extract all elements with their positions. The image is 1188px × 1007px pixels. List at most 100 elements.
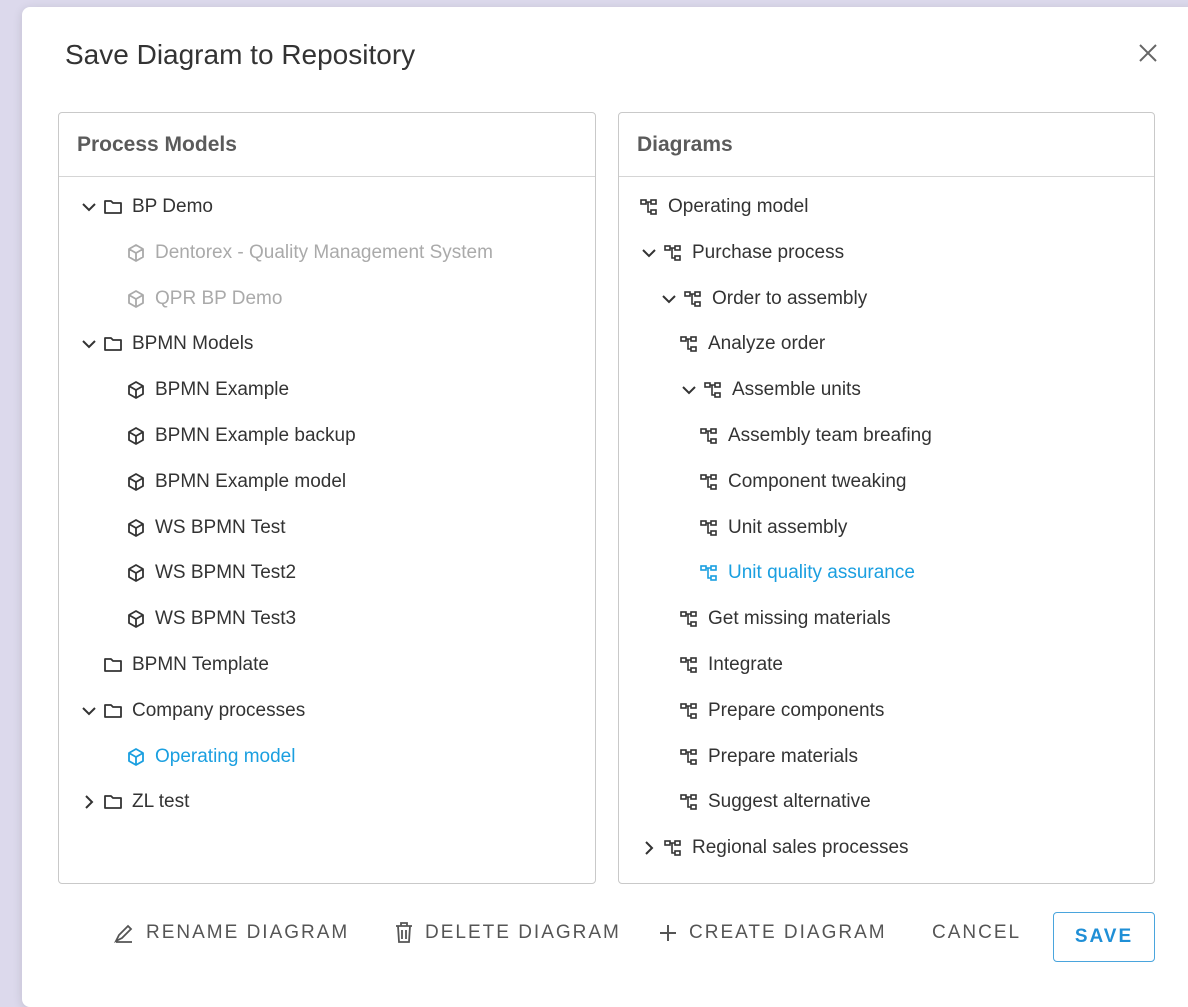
diagram-item[interactable]: Order to assembly bbox=[659, 279, 867, 319]
process-models-panel: Process Models BP Demo Dentorex - Quality… bbox=[58, 112, 596, 884]
dialog-title: Save Diagram to Repository bbox=[65, 39, 416, 70]
diagram-icon bbox=[703, 380, 723, 400]
diagram-item[interactable]: Unit quality assurance bbox=[699, 553, 915, 593]
diagram-label: Assemble units bbox=[732, 379, 861, 401]
diagram-label: Get missing materials bbox=[708, 608, 891, 630]
cube-icon bbox=[126, 563, 146, 583]
chevron-right-icon[interactable] bbox=[79, 792, 99, 812]
cube-icon bbox=[126, 518, 146, 538]
process-model-label: WS BPMN Test3 bbox=[155, 608, 297, 630]
cancel-button[interactable]: CANCEL bbox=[932, 913, 1021, 953]
process-model-label: BPMN Example backup bbox=[155, 425, 356, 446]
chevron-down-icon[interactable] bbox=[679, 380, 699, 400]
diagram-item[interactable]: Unit assembly bbox=[699, 508, 847, 548]
process-model-label: BP Demo bbox=[132, 196, 213, 217]
diagram-item[interactable]: Prepare materials bbox=[679, 737, 858, 777]
diagram-icon bbox=[699, 563, 719, 583]
process-model-item[interactable]: BPMN Example backup bbox=[126, 416, 356, 456]
folder-icon bbox=[103, 701, 123, 721]
process-model-label: BPMN Example bbox=[155, 379, 290, 401]
process-model-item[interactable]: Operating model bbox=[126, 737, 295, 777]
close-icon[interactable] bbox=[1134, 39, 1162, 67]
diagram-icon bbox=[679, 747, 699, 767]
chevron-right-icon[interactable] bbox=[639, 838, 659, 858]
diagram-item[interactable]: Assemble units bbox=[679, 370, 861, 410]
diagram-icon bbox=[699, 426, 719, 446]
chevron-down-icon[interactable] bbox=[79, 334, 99, 354]
process-model-label: ZL test bbox=[132, 791, 190, 813]
save-diagram-dialog: Save Diagram to Repository Process Model… bbox=[22, 7, 1188, 1007]
diagram-item[interactable]: Get missing materials bbox=[679, 599, 891, 639]
diagram-icon bbox=[683, 289, 703, 309]
process-model-item[interactable]: WS BPMN Test3 bbox=[126, 599, 296, 639]
diagram-label: Suggest alternative bbox=[708, 791, 871, 813]
diagram-label: Assembly team breafing bbox=[728, 425, 932, 446]
diagram-icon bbox=[699, 472, 719, 492]
diagram-item[interactable]: Prepare components bbox=[679, 691, 884, 731]
process-model-item[interactable]: BPMN Template bbox=[79, 645, 269, 685]
process-model-item[interactable]: BPMN Example model bbox=[126, 462, 346, 502]
diagram-label: Regional sales processes bbox=[692, 837, 909, 859]
chevron-down-icon[interactable] bbox=[79, 197, 99, 217]
diagram-item[interactable]: Integrate bbox=[679, 645, 783, 685]
cube-icon bbox=[126, 472, 146, 492]
rename-diagram-button[interactable]: RENAME DIAGRAM bbox=[112, 913, 349, 953]
process-model-item[interactable]: QPR BP Demo bbox=[126, 279, 282, 319]
folder-icon bbox=[103, 334, 123, 354]
process-model-item[interactable]: Company processes bbox=[79, 691, 305, 731]
cube-icon bbox=[126, 609, 146, 629]
diagram-item[interactable]: Component tweaking bbox=[699, 462, 907, 502]
delete-diagram-button[interactable]: DELETE DIAGRAM bbox=[393, 913, 621, 953]
diagram-icon bbox=[679, 334, 699, 354]
diagram-item[interactable]: Analyze order bbox=[679, 324, 825, 364]
save-button[interactable]: SAVE bbox=[1053, 912, 1155, 962]
folder-icon bbox=[103, 655, 123, 675]
diagram-label: Purchase process bbox=[692, 241, 845, 263]
diagram-item[interactable]: Regional sales processes bbox=[639, 828, 909, 868]
caret-spacer bbox=[79, 655, 99, 675]
process-model-item[interactable]: BPMN Models bbox=[79, 324, 253, 364]
diagram-item[interactable]: Purchase process bbox=[639, 233, 844, 273]
diagram-icon bbox=[639, 197, 659, 217]
diagram-label: Unit quality assurance bbox=[728, 562, 915, 584]
folder-icon bbox=[103, 197, 123, 217]
diagram-label: Operating model bbox=[668, 196, 809, 217]
process-model-label: WS BPMN Test2 bbox=[155, 562, 297, 584]
diagram-item[interactable]: Suggest alternative bbox=[679, 782, 871, 822]
process-model-item[interactable]: BP Demo bbox=[79, 187, 213, 227]
process-model-item[interactable]: WS BPMN Test bbox=[126, 508, 286, 548]
process-model-label: WS BPMN Test bbox=[155, 516, 286, 538]
diagram-icon bbox=[679, 701, 699, 721]
process-model-label: BPMN Example model bbox=[155, 470, 347, 492]
process-models-header: Process Models bbox=[59, 113, 595, 177]
process-model-item[interactable]: BPMN Example bbox=[126, 370, 289, 410]
process-model-item[interactable]: WS BPMN Test2 bbox=[126, 553, 296, 593]
diagram-icon bbox=[679, 609, 699, 629]
process-model-label: QPR BP Demo bbox=[155, 287, 283, 309]
chevron-down-icon[interactable] bbox=[79, 701, 99, 721]
create-diagram-button[interactable]: CREATE DIAGRAM bbox=[657, 913, 887, 953]
process-model-label: Operating model bbox=[155, 745, 296, 767]
chevron-down-icon[interactable] bbox=[659, 289, 679, 309]
process-model-label: BPMN Models bbox=[132, 333, 254, 355]
plus-icon bbox=[657, 922, 679, 944]
diagram-item[interactable]: Assembly team breafing bbox=[699, 416, 932, 456]
process-model-item[interactable]: ZL test bbox=[79, 782, 189, 822]
diagram-icon bbox=[663, 838, 683, 858]
process-model-label: Company processes bbox=[132, 699, 306, 721]
process-model-label: Dentorex - Quality Management System bbox=[155, 241, 493, 263]
diagram-label: Prepare materials bbox=[708, 745, 858, 767]
diagram-icon bbox=[699, 518, 719, 538]
diagram-label: Prepare components bbox=[708, 699, 885, 721]
diagram-icon bbox=[679, 655, 699, 675]
diagram-label: Order to assembly bbox=[712, 287, 868, 309]
process-model-item[interactable]: Dentorex - Quality Management System bbox=[126, 233, 493, 273]
chevron-down-icon[interactable] bbox=[639, 243, 659, 263]
diagram-icon bbox=[663, 243, 683, 263]
folder-icon bbox=[103, 792, 123, 812]
process-model-label: BPMN Template bbox=[132, 654, 269, 675]
cube-icon bbox=[126, 426, 146, 446]
trash-icon bbox=[393, 921, 415, 945]
diagram-label: Integrate bbox=[708, 654, 783, 675]
diagram-item[interactable]: Operating model bbox=[639, 187, 808, 227]
